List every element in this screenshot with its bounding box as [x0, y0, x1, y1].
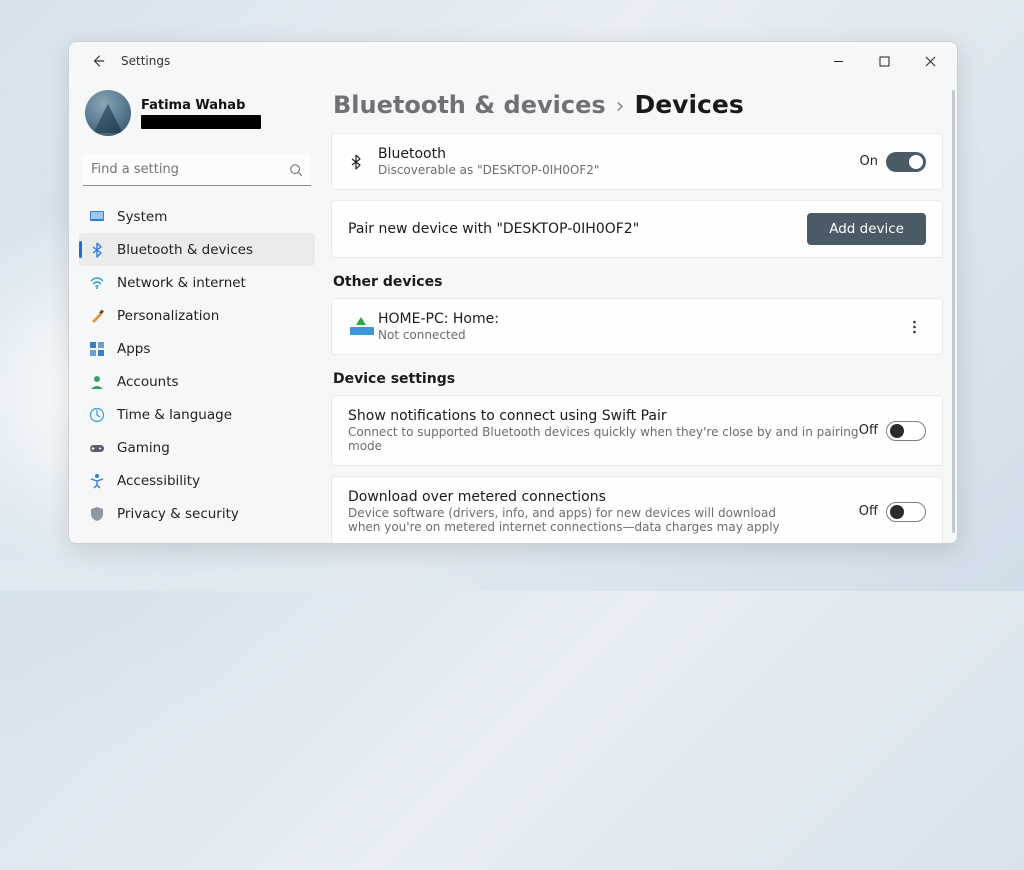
add-device-button[interactable]: Add device — [807, 213, 926, 245]
content-pane: Bluetooth & devices › Devices Bluetooth … — [325, 80, 957, 543]
apps-icon — [89, 341, 105, 357]
nav-item-personalization[interactable]: Personalization — [79, 299, 315, 332]
maximize-button[interactable] — [861, 45, 907, 77]
swift-pair-card: Show notifications to connect using Swif… — [331, 395, 943, 466]
back-button[interactable] — [81, 47, 115, 75]
nav-item-apps[interactable]: Apps — [79, 332, 315, 365]
minimize-button[interactable] — [815, 45, 861, 77]
nav-item-accessibility[interactable]: Accessibility — [79, 464, 315, 497]
nav-item-privacy-security[interactable]: Privacy & security — [79, 497, 315, 530]
bluetooth-subtitle: Discoverable as "DESKTOP-0IH0OF2" — [378, 163, 860, 177]
scrollbar[interactable] — [952, 90, 955, 533]
account-email-redacted — [141, 115, 261, 129]
swift-pair-toggle[interactable] — [886, 421, 926, 441]
other-device-name: HOME-PC: Home: — [378, 311, 902, 327]
device-settings-heading: Device settings — [333, 371, 943, 387]
other-devices-heading: Other devices — [333, 274, 943, 290]
account-name: Fatima Wahab — [141, 98, 261, 113]
nav-label: Privacy & security — [117, 506, 239, 522]
pair-device-card: Pair new device with "DESKTOP-0IH0OF2" A… — [331, 200, 943, 258]
other-device-row[interactable]: HOME-PC: Home: Not connected — [331, 298, 943, 355]
other-device-status: Not connected — [378, 328, 902, 342]
gamepad-icon — [89, 440, 105, 456]
pair-device-text: Pair new device with "DESKTOP-0IH0OF2" — [348, 221, 807, 237]
nav-label: Time & language — [117, 407, 232, 423]
device-icon — [348, 317, 378, 337]
bluetooth-icon — [348, 154, 378, 170]
metered-subtitle: Device software (drivers, info, and apps… — [348, 506, 808, 534]
nav-label: Gaming — [117, 440, 170, 456]
wifi-icon — [89, 275, 105, 291]
account-block[interactable]: Fatima Wahab — [79, 84, 315, 150]
globe-clock-icon — [89, 407, 105, 423]
swift-pair-title: Show notifications to connect using Swif… — [348, 408, 859, 424]
system-icon — [89, 209, 105, 225]
settings-window: Settings Fatima Wahab Sys — [68, 41, 958, 544]
bluetooth-title: Bluetooth — [378, 146, 860, 162]
search-box[interactable] — [83, 154, 311, 186]
nav-item-gaming[interactable]: Gaming — [79, 431, 315, 464]
nav-item-accounts[interactable]: Accounts — [79, 365, 315, 398]
nav-label: Accounts — [117, 374, 179, 390]
bluetooth-toggle[interactable] — [886, 152, 926, 172]
chevron-right-icon: › — [616, 94, 625, 119]
window-title: Settings — [121, 54, 170, 68]
metered-card: Download over metered connections Device… — [331, 476, 943, 543]
bluetooth-icon — [89, 242, 105, 258]
avatar — [85, 90, 131, 136]
nav-item-system[interactable]: System — [79, 200, 315, 233]
search-icon — [289, 163, 303, 177]
sidebar: Fatima Wahab System Bluetooth & devices — [69, 80, 325, 543]
device-more-button[interactable] — [902, 315, 926, 339]
accessibility-icon — [89, 473, 105, 489]
breadcrumb: Bluetooth & devices › Devices — [331, 80, 943, 133]
nav-label: System — [117, 209, 167, 225]
metered-toggle[interactable] — [886, 502, 926, 522]
nav-item-network[interactable]: Network & internet — [79, 266, 315, 299]
search-input[interactable] — [91, 162, 289, 177]
brush-icon — [89, 308, 105, 324]
bluetooth-card: Bluetooth Discoverable as "DESKTOP-0IH0O… — [331, 133, 943, 190]
bluetooth-state-label: On — [860, 154, 878, 169]
nav-label: Personalization — [117, 308, 219, 324]
nav-label: Apps — [117, 341, 150, 357]
nav-label: Bluetooth & devices — [117, 242, 253, 258]
back-arrow-icon — [91, 54, 105, 68]
titlebar: Settings — [69, 42, 957, 80]
window-controls — [815, 45, 953, 77]
more-vertical-icon — [913, 320, 916, 334]
swift-pair-state-label: Off — [859, 423, 878, 438]
shield-icon — [89, 506, 105, 522]
nav-list: System Bluetooth & devices Network & int… — [79, 200, 315, 530]
swift-pair-subtitle: Connect to supported Bluetooth devices q… — [348, 425, 859, 453]
person-icon — [89, 374, 105, 390]
metered-title: Download over metered connections — [348, 489, 859, 505]
metered-state-label: Off — [859, 504, 878, 519]
nav-label: Network & internet — [117, 275, 246, 291]
close-button[interactable] — [907, 45, 953, 77]
nav-item-bluetooth-devices[interactable]: Bluetooth & devices — [79, 233, 315, 266]
nav-label: Accessibility — [117, 473, 200, 489]
breadcrumb-parent[interactable]: Bluetooth & devices — [333, 91, 606, 119]
breadcrumb-current: Devices — [634, 90, 743, 119]
nav-item-time-language[interactable]: Time & language — [79, 398, 315, 431]
